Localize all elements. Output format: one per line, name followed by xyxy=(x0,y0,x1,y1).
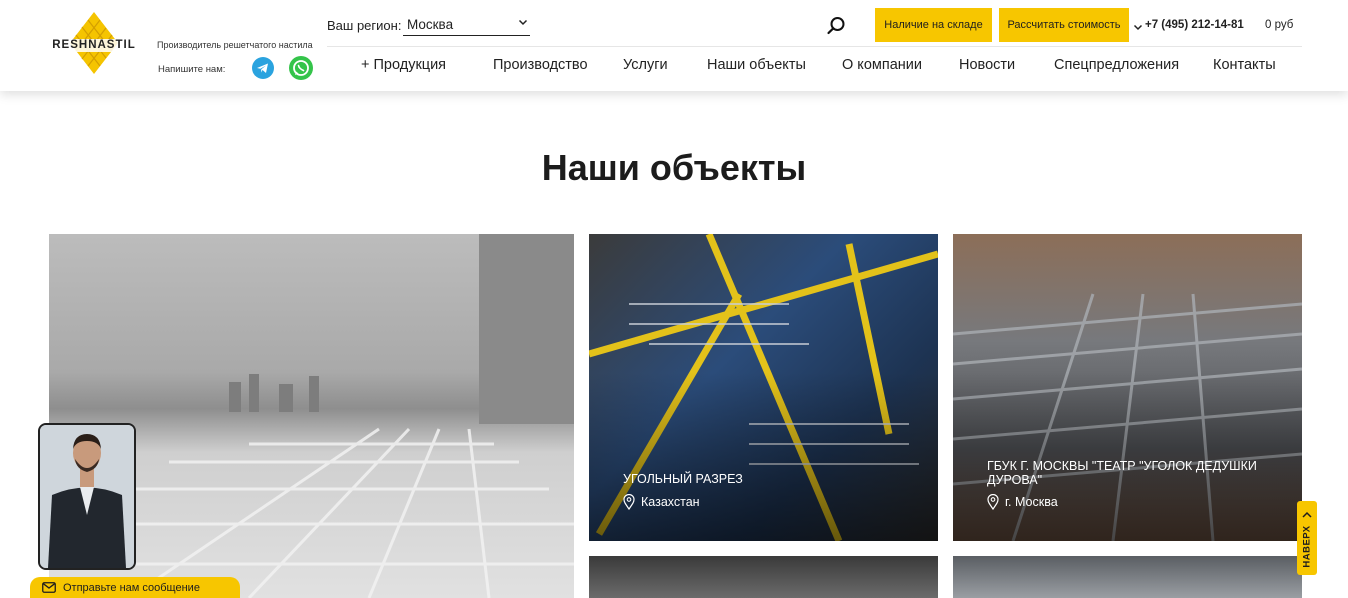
card-location-text: Казахстан xyxy=(641,495,700,509)
nav-item-our-objects[interactable]: Наши объекты xyxy=(707,57,806,77)
telegram-icon[interactable] xyxy=(252,57,274,79)
nav-item-contacts[interactable]: Контакты xyxy=(1213,57,1276,77)
write-us-label: Напишите нам: xyxy=(158,64,226,75)
location-pin-icon xyxy=(623,494,635,510)
nav-divider xyxy=(327,46,1302,47)
back-to-top-button[interactable]: НАВЕРХ xyxy=(1297,501,1317,575)
project-card[interactable] xyxy=(589,556,938,598)
location-pin-icon xyxy=(987,494,999,510)
video-widget[interactable] xyxy=(38,423,136,570)
calculate-price-button[interactable]: Рассчитать стоимость xyxy=(999,8,1129,42)
page-title: Наши объекты xyxy=(541,147,807,188)
whatsapp-icon[interactable] xyxy=(289,56,313,80)
cart-total[interactable]: 0 руб xyxy=(1265,19,1293,31)
card-location-text: г. Москва xyxy=(1005,495,1058,509)
card-location: г. Москва xyxy=(987,494,1058,510)
card-title: ГБУК г. Москвы "Театр "Уголок дедушки Ду… xyxy=(987,459,1257,487)
tagline: Производитель решетчатого настила xyxy=(157,40,313,50)
nav-item-news[interactable]: Новости xyxy=(959,57,1015,77)
nav-item-special-offers[interactable]: Спецпредложения xyxy=(1054,57,1179,77)
region-select[interactable]: Москва xyxy=(403,13,530,36)
project-card[interactable] xyxy=(953,556,1302,598)
project-card[interactable]: ГБУК г. Москвы "Театр "Уголок дедушки Ду… xyxy=(953,234,1302,541)
chevron-down-icon[interactable] xyxy=(1133,22,1143,32)
nav-item-about[interactable]: О компании xyxy=(842,57,922,77)
presenter-video xyxy=(40,425,134,568)
send-message-label: Отправьте нам сообщение xyxy=(63,581,200,594)
search-icon[interactable] xyxy=(826,16,846,36)
chevron-down-icon xyxy=(518,19,528,26)
nav-item-products[interactable]: + Продукция xyxy=(361,57,446,77)
project-card[interactable]: Угольный разрез Казахстан xyxy=(589,234,938,541)
card-title: Угольный разрез xyxy=(623,472,743,486)
phone-link[interactable]: +7 (495) 212-14-81 xyxy=(1145,19,1244,31)
card-location: Казахстан xyxy=(623,494,700,510)
nav-item-production[interactable]: Производство xyxy=(493,57,588,77)
nav-item-services[interactable]: Услуги xyxy=(623,57,668,77)
in-stock-button[interactable]: Наличие на складе xyxy=(875,8,992,42)
site-header: RESHNASTIL Производитель решетчатого нас… xyxy=(0,0,1348,91)
region-value: Москва xyxy=(407,17,454,32)
back-to-top-label: НАВЕРХ xyxy=(1301,525,1313,568)
mail-icon xyxy=(42,582,56,593)
logo[interactable]: RESHNASTIL xyxy=(48,12,140,78)
send-message-bar[interactable]: Отправьте нам сообщение xyxy=(30,577,240,598)
logo-text: RESHNASTIL xyxy=(48,39,140,52)
region-label: Ваш регион: xyxy=(327,18,402,33)
